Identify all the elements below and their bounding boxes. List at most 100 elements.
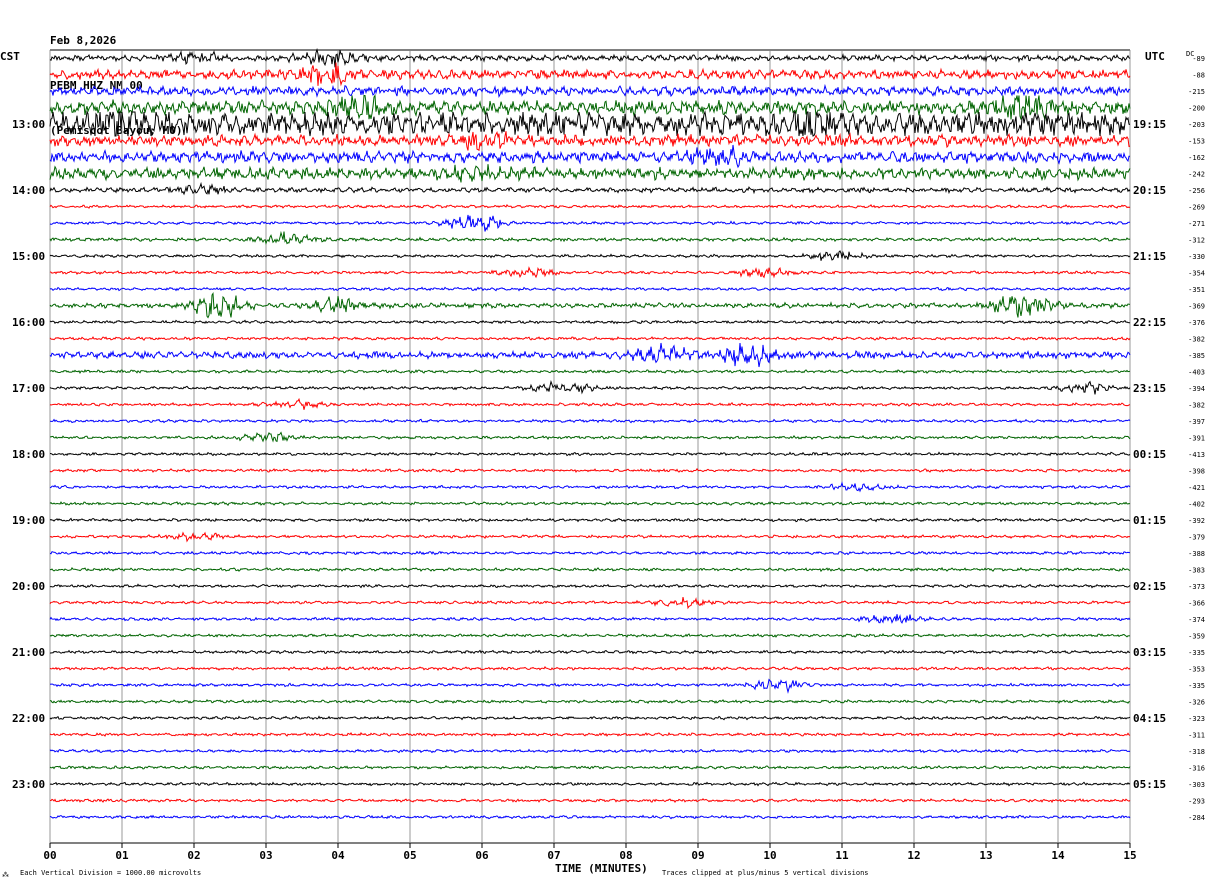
seismic-trace — [49, 250, 1131, 261]
dc-offset-label: -413 — [1188, 451, 1205, 459]
seismic-trace — [49, 481, 1131, 493]
seismic-trace — [49, 144, 1130, 169]
dc-offset-label: -376 — [1188, 319, 1205, 327]
dc-offset-label: -398 — [1188, 468, 1205, 476]
left-hour-label: 22:00 — [12, 712, 45, 725]
left-hour-label: 23:00 — [12, 778, 45, 791]
right-hour-label: 20:15 — [1133, 184, 1166, 197]
dc-offset-label: -335 — [1188, 649, 1205, 657]
seismic-trace — [49, 781, 1131, 787]
dc-offset-label: -323 — [1188, 715, 1205, 723]
right-hour-label: 22:15 — [1133, 316, 1166, 329]
traces — [49, 47, 1131, 820]
dc-offset-label: -293 — [1188, 798, 1205, 806]
seismic-trace — [49, 286, 1131, 292]
dc-offset-label: -382 — [1188, 336, 1205, 344]
dc-offset-label: -359 — [1188, 633, 1205, 641]
scale-note: Each Vertical Division = 1000.00 microvo… — [20, 869, 201, 877]
dc-offset-label: -382 — [1188, 402, 1205, 410]
dc-offset-label: -402 — [1188, 501, 1205, 509]
seismic-trace — [49, 501, 1131, 507]
x-tick-label: 07 — [547, 849, 560, 862]
seismic-trace — [49, 633, 1131, 638]
seismic-trace — [49, 379, 1131, 395]
dc-offset-label: -215 — [1188, 88, 1205, 96]
dc-offset-label: -369 — [1188, 303, 1205, 311]
seismic-trace — [49, 369, 1130, 374]
dc-offset-label: -397 — [1188, 418, 1205, 426]
helicorder-plot: CST UTC DC TIME (MINUTES) Each Vertical … — [0, 47, 1205, 879]
dc-offset-label: -392 — [1188, 517, 1205, 525]
right-timezone-label: UTC — [1145, 50, 1165, 63]
x-tick-label: 14 — [1051, 849, 1065, 862]
seismic-trace — [49, 748, 1131, 754]
right-hour-label: 01:15 — [1133, 514, 1166, 527]
left-hour-label: 17:00 — [12, 382, 45, 395]
seismic-trace — [49, 583, 1131, 589]
left-hour-label: 15:00 — [12, 250, 45, 263]
seismic-trace — [49, 110, 1131, 137]
seismic-trace — [49, 649, 1131, 655]
x-tick-label: 15 — [1123, 849, 1136, 862]
x-tick-label: 03 — [259, 849, 272, 862]
right-hour-label: 19:15 — [1133, 118, 1166, 131]
x-tick-label: 08 — [619, 849, 632, 862]
seismic-trace — [49, 336, 1131, 342]
dc-offset-label: -330 — [1188, 253, 1205, 261]
x-tick-label: 13 — [979, 849, 992, 862]
dc-offset-label: -351 — [1188, 286, 1205, 294]
dc-offset-label: -421 — [1188, 484, 1205, 492]
dc-offset-label: -318 — [1188, 748, 1205, 756]
dc-offset-label: -394 — [1188, 385, 1205, 393]
dc-offset-label: -256 — [1188, 187, 1205, 195]
dc-offset-label: -303 — [1188, 781, 1205, 789]
dc-offset-label: -316 — [1188, 765, 1205, 773]
dc-offset-label: -385 — [1188, 352, 1205, 360]
dc-offset-label: -153 — [1188, 138, 1205, 146]
left-hour-label: 13:00 — [12, 118, 45, 131]
dc-offset-label: -311 — [1188, 732, 1205, 740]
seismic-trace — [49, 181, 1131, 196]
dc-offset-label: -312 — [1188, 237, 1205, 245]
seismic-trace — [49, 214, 1131, 232]
seismic-trace — [49, 451, 1131, 457]
right-hour-label: 03:15 — [1133, 646, 1166, 659]
seismic-trace — [49, 62, 1131, 87]
seismic-trace — [49, 531, 1131, 543]
dc-offset-label: -162 — [1188, 154, 1205, 162]
seismic-trace — [49, 798, 1131, 804]
x-tick-label: 06 — [475, 849, 489, 862]
dc-offset-label: -366 — [1188, 600, 1205, 608]
left-timezone-label: CST — [0, 50, 20, 63]
dc-offset-label: -203 — [1188, 121, 1205, 129]
dc-offset-label: -271 — [1188, 220, 1205, 228]
dc-offset-label: -374 — [1188, 616, 1205, 624]
dc-offset-label: -326 — [1188, 699, 1205, 707]
left-hour-label: 18:00 — [12, 448, 45, 461]
seismic-trace — [50, 418, 1131, 424]
x-tick-label: 04 — [331, 849, 345, 862]
dc-offset-label: -88 — [1192, 72, 1205, 80]
dc-offset-label: -388 — [1188, 550, 1205, 558]
seismic-trace — [49, 517, 1131, 523]
seismic-trace — [49, 266, 1131, 279]
seismic-trace — [49, 467, 1131, 474]
dc-offset-label: -335 — [1188, 682, 1205, 690]
seismic-trace — [49, 47, 1131, 68]
seismic-trace — [49, 814, 1131, 820]
seismic-trace — [49, 665, 1131, 671]
seismic-trace — [49, 291, 1131, 319]
seismic-trace — [49, 550, 1130, 556]
dc-offset-label: -242 — [1188, 171, 1205, 179]
seismic-trace — [49, 131, 1131, 152]
seismic-trace — [49, 765, 1131, 770]
seismic-trace — [50, 431, 1131, 443]
x-tick-label: 09 — [691, 849, 704, 862]
seismic-trace — [49, 715, 1131, 721]
left-hour-label: 21:00 — [12, 646, 45, 659]
x-axis-label: TIME (MINUTES) — [555, 862, 648, 875]
seismic-trace — [49, 678, 1131, 694]
x-tick-label: 02 — [187, 849, 200, 862]
right-hour-label: 00:15 — [1133, 448, 1166, 461]
seismic-trace — [49, 614, 1131, 624]
